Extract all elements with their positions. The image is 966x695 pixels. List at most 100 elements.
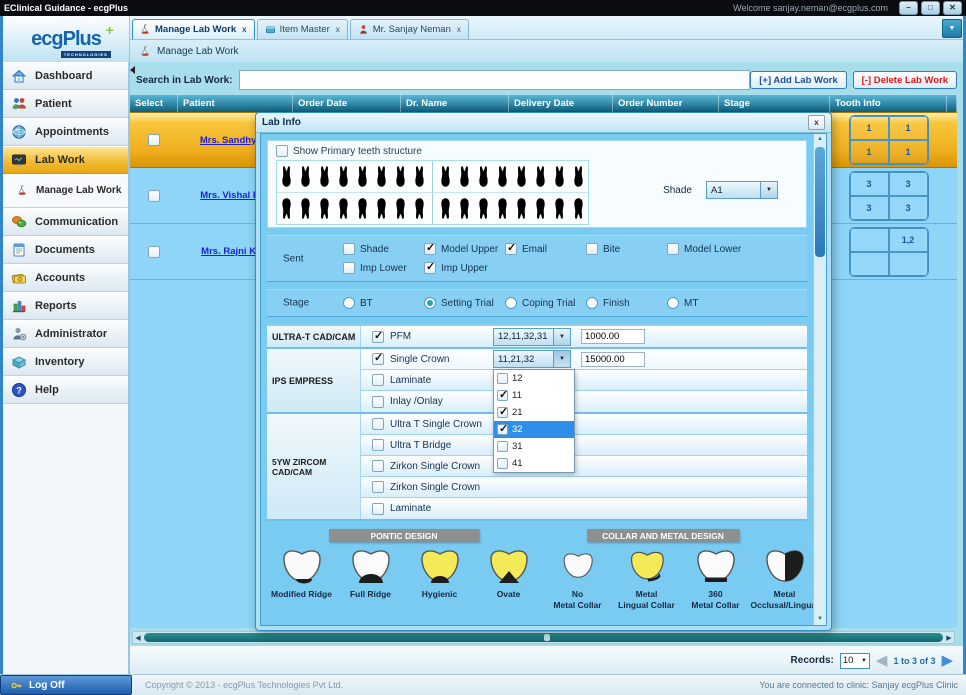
tooth[interactable] — [531, 161, 550, 192]
tooth[interactable] — [372, 161, 391, 192]
radio[interactable] — [586, 297, 598, 309]
sent-option-email[interactable]: Email — [505, 243, 586, 255]
checkbox[interactable] — [372, 353, 384, 365]
tooth[interactable] — [436, 193, 455, 224]
dialog-titlebar[interactable]: Lab Info x — [256, 113, 831, 133]
sent-option-model-lower[interactable]: Model Lower — [667, 243, 748, 255]
stage-option-coping-trial[interactable]: Coping Trial — [505, 297, 586, 309]
design-metal-lingual-collar[interactable]: Metal Lingual Collar — [612, 546, 681, 610]
dropdown-option-11[interactable]: 11 — [494, 387, 574, 404]
tab-patient-sanjay-neman[interactable]: Mr. Sanjay Neman x — [350, 19, 469, 39]
sidebar-item-reports[interactable]: Reports — [3, 292, 128, 320]
stage-option-bt[interactable]: BT — [343, 297, 424, 309]
dropdown-option-32[interactable]: 32 — [494, 421, 574, 438]
sidebar-item-inventory[interactable]: Inventory — [3, 348, 128, 376]
checkbox[interactable] — [586, 243, 598, 255]
tooth[interactable] — [455, 161, 474, 192]
sidebar-item-lab-work[interactable]: Lab Work — [3, 146, 128, 174]
pfm-teeth-select[interactable]: 12,11,32,31 ▼ — [493, 328, 571, 346]
row-checkbox[interactable] — [148, 134, 160, 146]
radio[interactable] — [343, 297, 355, 309]
stage-option-setting-trial[interactable]: Setting Trial — [424, 297, 505, 309]
tooth[interactable] — [550, 193, 569, 224]
tooth[interactable] — [334, 193, 353, 224]
column-header-delivery-date[interactable]: Delivery Date — [509, 95, 613, 112]
sent-option-model-upper[interactable]: Model Upper — [424, 243, 505, 255]
single-crown-teeth-select[interactable]: 11,21,32 ▼ — [493, 350, 571, 368]
column-header-tooth-info[interactable]: Tooth Info — [830, 95, 947, 112]
scroll-left-arrow-icon[interactable]: ◀ — [133, 634, 143, 642]
tab-close-icon[interactable]: x — [457, 25, 461, 34]
checkbox[interactable] — [372, 439, 384, 451]
column-header-order-date[interactable]: Order Date — [293, 95, 401, 112]
scroll-down-arrow-icon[interactable]: ▼ — [814, 614, 826, 625]
checkbox[interactable] — [372, 503, 384, 515]
checkbox[interactable] — [505, 243, 517, 255]
checkbox[interactable] — [497, 441, 508, 452]
column-header-patient[interactable]: Patient — [178, 95, 293, 112]
dialog-vertical-scrollbar[interactable]: ▲ ▼ — [813, 134, 826, 625]
tooth[interactable] — [410, 193, 433, 224]
sidebar-item-patient[interactable]: Patient — [3, 90, 128, 118]
minimize-button[interactable]: – — [899, 1, 918, 15]
column-header-dr-name[interactable]: Dr. Name — [401, 95, 509, 112]
tooth[interactable] — [315, 193, 334, 224]
scrollbar-thumb[interactable] — [144, 633, 943, 642]
checkbox[interactable] — [372, 481, 384, 493]
tab-close-icon[interactable]: x — [336, 25, 340, 34]
scroll-up-arrow-icon[interactable]: ▲ — [814, 134, 826, 145]
tooth[interactable] — [569, 161, 588, 192]
tooth[interactable] — [353, 161, 372, 192]
shade-select[interactable]: A1 ▼ — [706, 181, 778, 199]
search-input[interactable] — [239, 70, 750, 90]
tooth[interactable] — [493, 161, 512, 192]
checkbox[interactable] — [497, 407, 508, 418]
design-full-ridge[interactable]: Full Ridge — [336, 546, 405, 610]
design-360-metal-collar[interactable]: 360 Metal Collar — [681, 546, 750, 610]
radio[interactable] — [505, 297, 517, 309]
sent-option-bite[interactable]: Bite — [586, 243, 667, 255]
column-header-select[interactable]: Select — [130, 95, 178, 112]
sidebar-item-administrator[interactable]: Administrator — [3, 320, 128, 348]
checkbox[interactable] — [497, 458, 508, 469]
stage-option-finish[interactable]: Finish — [586, 297, 667, 309]
design-metal-occlusal-lingual[interactable]: Metal Occlusal/Lingual — [750, 546, 819, 610]
checkbox[interactable] — [497, 390, 508, 401]
log-off-button[interactable]: Log Off — [0, 675, 132, 695]
pfm-price-input[interactable] — [581, 329, 645, 344]
tooth[interactable] — [512, 193, 531, 224]
dialog-close-button[interactable]: x — [808, 115, 825, 130]
tab-item-master[interactable]: Item Master x — [257, 19, 348, 39]
tab-close-icon[interactable]: x — [242, 25, 246, 34]
tooth[interactable] — [512, 161, 531, 192]
tooth[interactable] — [569, 193, 588, 224]
checkbox[interactable] — [372, 331, 384, 343]
dropdown-option-31[interactable]: 31 — [494, 438, 574, 455]
radio[interactable] — [424, 297, 436, 309]
add-lab-work-button[interactable]: [+] Add Lab Work — [750, 71, 846, 89]
radio[interactable] — [667, 297, 679, 309]
sidebar-collapse-handle[interactable] — [130, 66, 135, 74]
checkbox[interactable] — [424, 243, 436, 255]
horizontal-scrollbar[interactable]: ◀ ▶ — [132, 631, 955, 644]
stage-option-mt[interactable]: MT — [667, 297, 748, 309]
checkbox[interactable] — [667, 243, 679, 255]
tab-overflow-button[interactable]: ▼ — [942, 19, 962, 38]
next-page-button[interactable]: ▶ — [941, 653, 953, 668]
maximize-button[interactable]: □ — [921, 1, 940, 15]
tooth[interactable] — [474, 193, 493, 224]
sidebar-item-dashboard[interactable]: Dashboard — [3, 62, 128, 90]
dropdown-option-21[interactable]: 21 — [494, 404, 574, 421]
sidebar-item-appointments[interactable]: Appointments — [3, 118, 128, 146]
scroll-right-arrow-icon[interactable]: ▶ — [944, 634, 954, 642]
checkbox[interactable] — [372, 374, 384, 386]
row-checkbox[interactable] — [148, 246, 160, 258]
tooth[interactable] — [277, 161, 296, 192]
row-checkbox[interactable] — [148, 190, 160, 202]
checkbox[interactable] — [372, 460, 384, 472]
checkbox[interactable] — [343, 243, 355, 255]
sent-option-imp-lower[interactable]: Imp Lower — [343, 262, 424, 274]
records-per-page-select[interactable]: 10 ▼ — [840, 653, 870, 669]
tooth[interactable] — [410, 161, 433, 192]
design-hygienic[interactable]: Hygienic — [405, 546, 474, 610]
